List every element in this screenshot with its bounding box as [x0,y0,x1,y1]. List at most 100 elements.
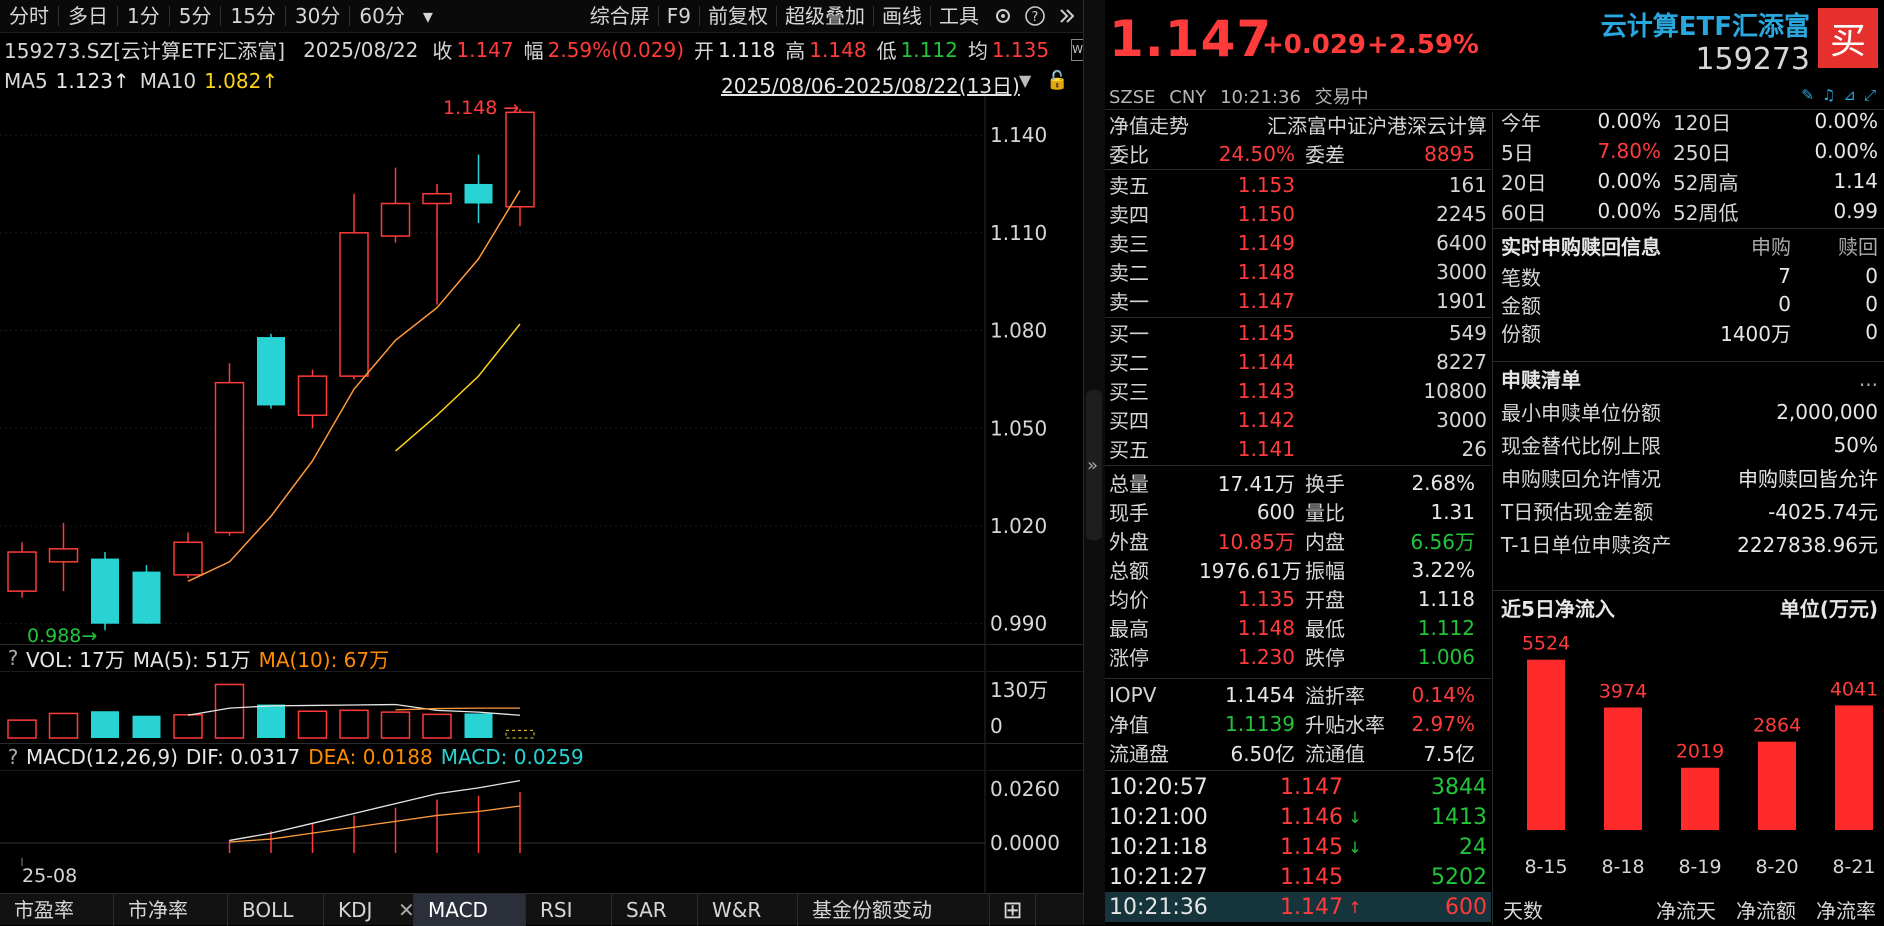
stat-label: 升贴水率 [1305,713,1385,737]
inflow-title: 近5日净流入 [1501,597,1615,621]
volume-bar [339,709,369,739]
footer-days[interactable]: 天数 [1503,895,1543,924]
order-qty: 1901 [1436,288,1487,313]
tick-row[interactable]: 10:21:27 1.145 5202 [1105,862,1491,892]
macd-help-icon[interactable]: ? [0,745,26,769]
stat-label: 流通值 [1305,742,1365,766]
candle-body [380,202,411,237]
order-level-label: 卖三 [1109,232,1149,256]
list-row: T日预估现金差额 -4025.74元 [1495,494,1884,527]
list-label: 现金替代比例上限 [1501,434,1661,458]
tick-row[interactable]: 10:21:36 1.147 ↑ 600 [1105,892,1491,922]
expand-window-icon[interactable]: ⤢ [1864,86,1876,104]
stat-value: 0.14% [1411,682,1475,707]
volume-bar [48,712,79,739]
inflow-bar [1835,705,1873,830]
bell-icon[interactable]: ♫ [1822,86,1835,104]
candle-body [214,381,245,534]
tick-row[interactable]: 10:20:57 1.147 3844 [1105,772,1491,802]
sell-order-row[interactable]: 卖三 1.149 6400 [1105,228,1491,257]
tick-arrow-icon: ↑ [1348,897,1362,917]
tab-sar[interactable]: SAR [612,894,698,926]
stat-label: IOPV [1109,682,1157,707]
add-tab-icon[interactable]: ⊞ [990,894,1036,926]
edit-icon[interactable]: ✎ [1801,86,1814,104]
sell-order-row[interactable]: 卖二 1.148 3000 [1105,257,1491,286]
stat-value: 1.006 [1417,644,1475,669]
redeem-col-sub: 申购 [1751,235,1791,259]
sell-order-row[interactable]: 卖一 1.147 1901 [1105,286,1491,315]
candle-body [464,183,493,204]
tab-boll[interactable]: BOLL [228,894,324,926]
redeem-label: 金额 [1501,293,1541,318]
list-section: 申赎清单... 最小申赎单位份额 2,000,000 现金替代比例上限 50% 申购赎回… [1495,362,1884,560]
redeem-sub-value: 0 [1778,292,1791,316]
tick-time: 10:21:36 [1109,894,1208,920]
buy-button[interactable]: 买 [1818,8,1878,68]
buy-order-row[interactable]: 买一 1.145 549 [1105,318,1491,347]
perf-value: 1.14 [1833,169,1878,193]
expand-icon[interactable]: » [1087,455,1098,476]
tick-price: 1.145 [1280,834,1343,860]
candle-body [173,541,203,576]
tick-row[interactable]: 10:21:00 1.146 ↓ 1413 [1105,802,1491,832]
order-qty: 549 [1448,320,1487,345]
footer-rate[interactable]: 净流率 [1816,895,1876,924]
tab-macd-label: MACD [428,898,488,922]
tab-rsi[interactable]: RSI [526,894,612,926]
volume-bar [173,714,203,739]
stat-value: 6.56万 [1410,530,1475,554]
panel-splitter[interactable]: » [1083,0,1105,925]
macd-axis-top: 0.0260 [990,777,1060,801]
footer-amount[interactable]: 净流额 [1736,895,1796,924]
redeem-col-red: 赎回 [1838,235,1878,259]
inflow-category-label: 8-21 [1832,856,1875,878]
inflow-value-label: 5524 [1522,633,1570,655]
stat-row: 涨停 1.230 跌停 1.006 [1105,642,1491,671]
dea-line [229,805,521,843]
tab-wr[interactable]: W&R [698,894,798,926]
redeem-row: 份额 1400万 0 [1495,318,1884,346]
candle-body [422,192,452,205]
macd-dif: DIF: 0.0317 [185,745,301,769]
close-icon[interactable]: ✕ [398,894,415,926]
stat-label: 溢折率 [1305,684,1365,708]
candle-body [339,232,369,377]
order-qty: 161 [1448,172,1487,197]
list-row: 最小申赎单位份额 2,000,000 [1495,395,1884,428]
order-qty: 3000 [1436,407,1487,432]
buy-order-row[interactable]: 买三 1.143 10800 [1105,376,1491,405]
tick-price: 1.147 [1280,774,1343,800]
status-line: SZSE CNY 10:21:36 交易中 [1109,83,1369,109]
price-axis-label: 1.110 [990,221,1047,245]
redeem-section: 实时申购赎回信息 申购 赎回 笔数 7 0 金额 0 0 份额 1400万 0 [1495,229,1884,346]
stat-label: 外盘 [1109,530,1149,554]
order-price: 1.142 [1237,407,1295,432]
list-more-button[interactable]: ... [1859,367,1878,391]
tick-row[interactable]: 10:21:18 1.145 ↓ 24 [1105,832,1491,862]
tab-pb[interactable]: 市净率 [114,894,228,926]
footer-days-net[interactable]: 净流天 [1656,895,1716,924]
stat-value: 1.118 [1417,586,1475,611]
sell-order-row[interactable]: 卖四 1.150 2245 [1105,199,1491,228]
performance-table: 今年 0.00% 120日 0.00% 5日 7.80% 250日 0.00% 20日 0.00%… [1495,106,1884,226]
sell-orders: 卖五 1.153 161 卖四 1.150 2245 卖三 1.149 6400 卖二 1.148 3… [1105,170,1491,315]
stat-label: 涨停 [1109,646,1149,670]
order-price: 1.143 [1237,378,1295,403]
buy-order-row[interactable]: 买五 1.141 26 [1105,434,1491,463]
tab-pe[interactable]: 市盈率 [0,894,114,926]
vol-help-icon[interactable]: ? [0,646,26,670]
volume-bar [132,715,161,738]
sell-order-row[interactable]: 卖五 1.153 161 [1105,170,1491,199]
stat-label: 现手 [1109,501,1149,525]
buy-order-row[interactable]: 买四 1.142 3000 [1105,405,1491,434]
tab-macd[interactable]: ✕ MACD [398,894,526,926]
link-icon[interactable]: ⊿ [1843,86,1856,104]
tab-fund-share[interactable]: 基金份额变动 [798,894,990,926]
perf-label: 5日 [1501,140,1534,165]
list-row: 申购赎回允许情况 申购赎回皆允许 [1495,461,1884,494]
nav-trend-link[interactable]: 净值走势 [1109,110,1229,139]
buy-order-row[interactable]: 买二 1.144 8227 [1105,347,1491,376]
price-axis-label: 1.080 [990,319,1047,343]
tick-price: 1.146 [1280,804,1343,830]
